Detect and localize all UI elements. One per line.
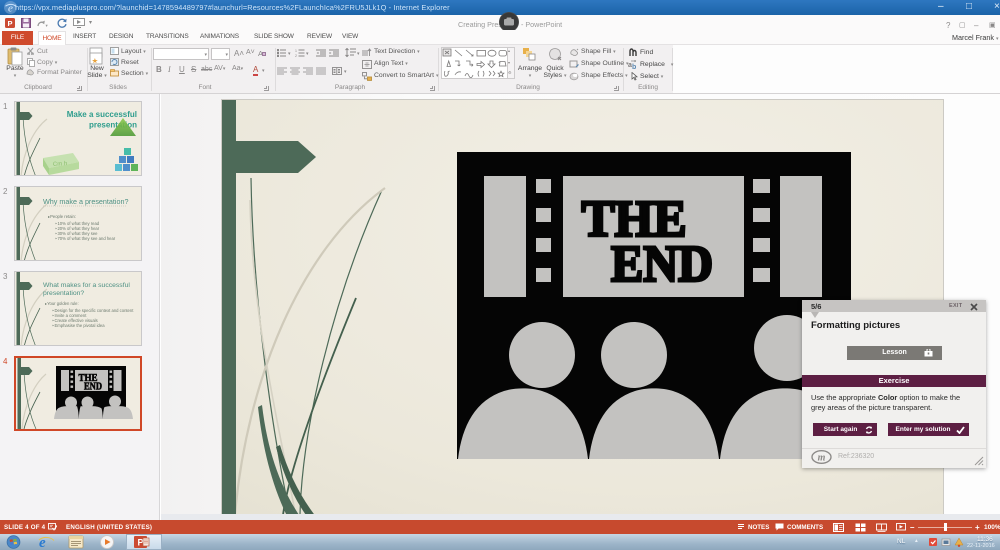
svg-text:‣Emphasise the pivotal idea: ‣Emphasise the pivotal idea [52,323,105,328]
svg-text:b: b [632,64,636,69]
svg-text:m: m [818,453,826,464]
svg-text:END: END [611,236,713,293]
svg-text:What makes for a successful: What makes for a successful [43,282,130,289]
svg-text:presentation?: presentation? [43,290,84,297]
svg-text:END: END [84,382,102,393]
svg-text:▸Your golden rule:: ▸Your golden rule: [45,301,79,306]
svg-text:Why make a presentation?: Why make a presentation? [43,197,129,206]
svg-text:Cm h: Cm h [53,161,68,168]
svg-text:2: 2 [295,54,297,57]
svg-text:▾: ▾ [46,23,49,28]
svg-text:P: P [7,19,12,28]
svg-text:P: P [137,538,143,548]
svg-text:1: 1 [295,49,297,53]
svg-text:‣70% of what they see and hear: ‣70% of what they see and hear [55,236,116,241]
svg-text:Make a successful: Make a successful [67,110,137,119]
svg-text:▸People retain:: ▸People retain: [48,214,76,219]
